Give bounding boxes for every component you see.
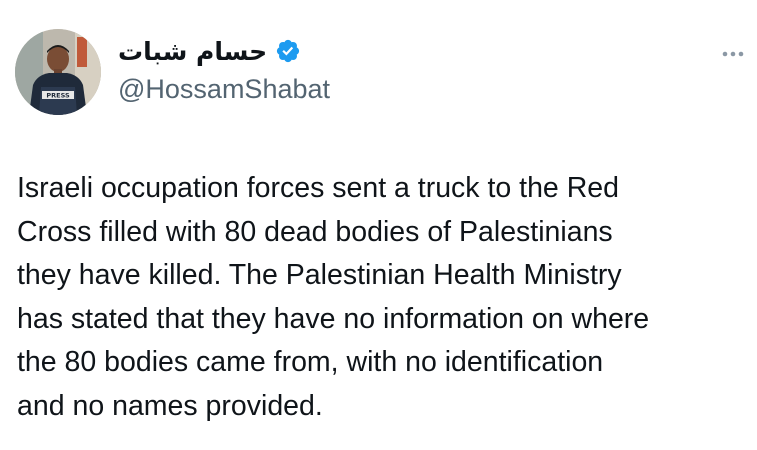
author-handle[interactable]: @HossamShabat — [118, 76, 330, 103]
more-options-icon[interactable] — [718, 44, 748, 64]
avatar-press-label: PRESS — [46, 92, 70, 100]
author-display-name[interactable]: حسام شبات — [118, 39, 267, 64]
avatar-photo: PRESS — [15, 29, 101, 115]
tweet-text: Israeli occupation forces sent a truck t… — [17, 172, 650, 422]
avatar[interactable]: PRESS — [15, 29, 101, 115]
author-name-row: حسام شبات — [118, 38, 301, 64]
tweet-card: PRESS حسام شبات @HossamShabat Israeli oc… — [0, 0, 757, 450]
verified-badge-icon — [275, 38, 301, 64]
